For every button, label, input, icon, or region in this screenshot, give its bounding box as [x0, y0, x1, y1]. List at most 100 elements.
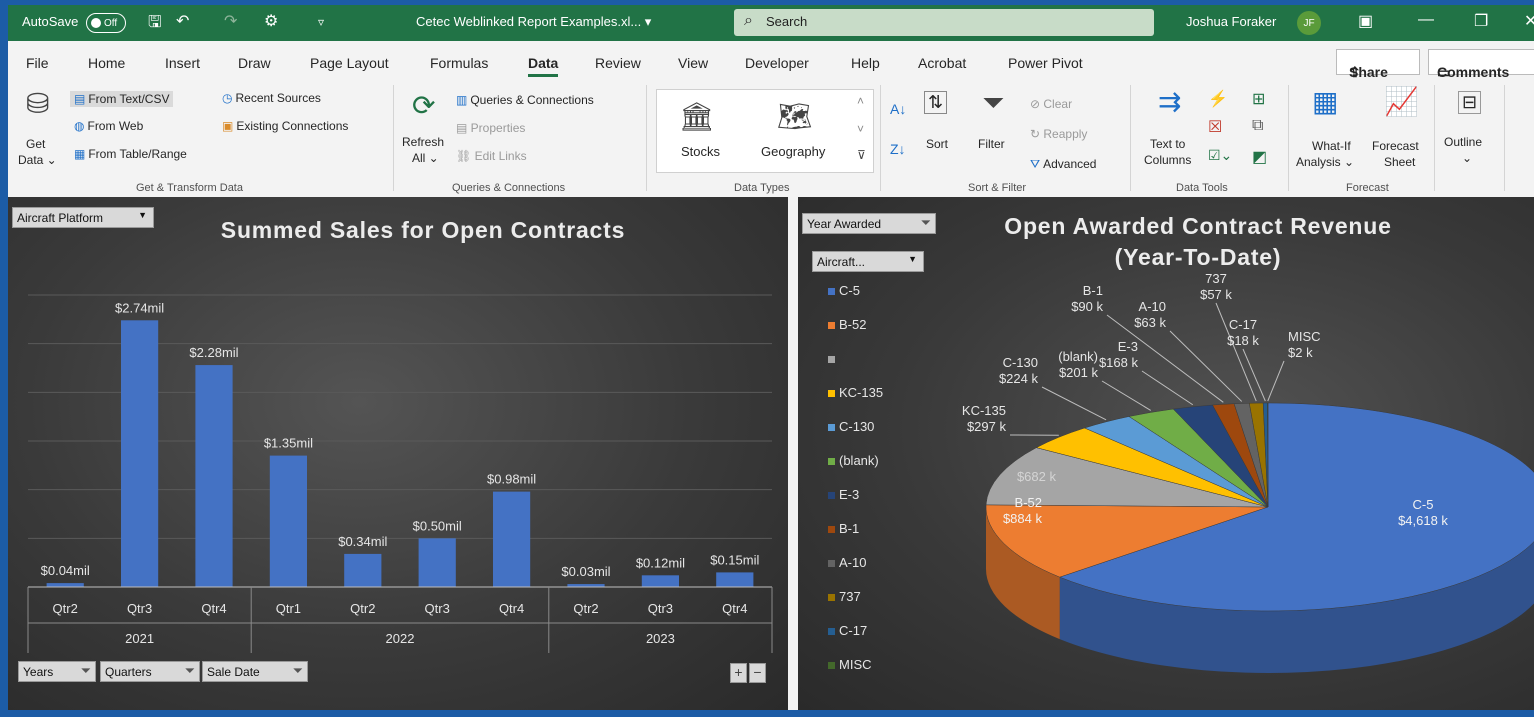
refresh-icon: ⟳	[412, 90, 436, 121]
outline-caret[interactable]: ⌄	[1462, 151, 1472, 165]
scroll-up-icon[interactable]: ˄	[857, 94, 864, 108]
scroll-down-icon[interactable]: ˅	[857, 122, 864, 136]
tick-label: Qtr3	[425, 601, 450, 616]
comments-button[interactable]: ▭ Comments	[1428, 49, 1534, 80]
bar[interactable]	[46, 583, 84, 587]
tick-label: Qtr2	[573, 601, 598, 616]
tab-draw[interactable]: Draw	[238, 55, 271, 71]
queries-connections-button[interactable]: ▥ Queries & Connections	[456, 93, 594, 107]
data-label: $2.28mil	[189, 345, 238, 360]
sale-date-slicer[interactable]: Sale Date ⏷	[202, 661, 308, 682]
tab-power-pivot[interactable]: Power Pivot	[1008, 55, 1083, 71]
tab-formulas[interactable]: Formulas	[430, 55, 488, 71]
filter-button[interactable]: Filter	[978, 137, 1005, 151]
minimize-icon[interactable]: —	[1418, 11, 1434, 29]
search-box[interactable]: ⌕ Search	[734, 9, 1154, 36]
restore-icon[interactable]: ❐	[1474, 11, 1488, 31]
clear-button[interactable]: ⊘ Clear	[1030, 97, 1072, 111]
bar[interactable]	[641, 575, 679, 587]
tab-home[interactable]: Home	[88, 55, 125, 71]
quick-access-icon[interactable]: ⚙	[264, 11, 278, 31]
avatar[interactable]: JF	[1297, 11, 1321, 35]
customize-toolbar-icon[interactable]: ▿	[318, 15, 324, 29]
consolidate-icon[interactable]: ⊞	[1252, 89, 1265, 109]
slice-value-label: $224 k	[999, 371, 1039, 386]
bar[interactable]	[418, 538, 456, 587]
slice-value-label: $682 k	[1017, 469, 1057, 484]
divider	[1434, 85, 1435, 191]
sort-button[interactable]: Sort	[926, 137, 948, 151]
tick-label: Qtr4	[201, 601, 226, 616]
document-title[interactable]: Cetec Weblinked Report Examples.xl... ▾	[416, 14, 651, 30]
stocks-button[interactable]: Stocks	[681, 144, 720, 159]
autosave-toggle[interactable]: Off	[86, 13, 126, 33]
properties-button[interactable]: ▤ Properties	[456, 121, 525, 135]
expand-button[interactable]: +	[730, 663, 747, 683]
slice-name-label: B-1	[1083, 283, 1103, 298]
data-types-gallery: 🏛 Stocks 🗺 Geography ˄ ˅ ⊽	[656, 89, 874, 173]
forecast-sheet-button[interactable]: Sheet	[1384, 155, 1415, 169]
outline-button[interactable]: Outline	[1444, 135, 1482, 149]
tab-data[interactable]: Data	[528, 55, 559, 77]
ribbon-display-icon[interactable]: ▣	[1358, 11, 1373, 31]
tab-file[interactable]: File	[26, 55, 49, 71]
sort-za-icon[interactable]: Z↓	[890, 141, 906, 157]
from-table-button[interactable]: ▦ From Table/Range	[74, 147, 187, 161]
tab-developer[interactable]: Developer	[745, 55, 809, 71]
remove-duplicates-icon[interactable]: ☒	[1208, 117, 1222, 137]
quarters-slicer[interactable]: Quarters ⏷	[100, 661, 200, 682]
undo-icon[interactable]: ↶	[176, 11, 189, 31]
bar[interactable]	[269, 455, 307, 587]
tick-label: Qtr4	[499, 601, 524, 616]
more-icon[interactable]: ⊽	[857, 148, 866, 162]
bar[interactable]	[195, 365, 233, 587]
text-to-label[interactable]: Text to	[1150, 137, 1185, 151]
relationships-icon[interactable]: ⧉	[1252, 117, 1263, 135]
get-data-button[interactable]: Data ⌄	[18, 153, 57, 167]
advanced-button[interactable]: ⛛ Advanced	[1030, 157, 1096, 172]
reapply-button[interactable]: ↻ Reapply	[1030, 127, 1087, 141]
tab-review[interactable]: Review	[595, 55, 641, 71]
existing-connections-button[interactable]: ▣ Existing Connections	[222, 119, 348, 133]
bar[interactable]	[716, 572, 754, 587]
tab-insert[interactable]: Insert	[165, 55, 200, 71]
group-data-tools: Data Tools	[1176, 182, 1228, 194]
sort-dialog-icon: ⇅	[924, 91, 948, 114]
text-to-columns-button[interactable]: Columns	[1144, 153, 1191, 167]
slice-value-label: $201 k	[1059, 365, 1099, 380]
flash-fill-icon[interactable]: ⚡	[1208, 89, 1228, 109]
what-if-label[interactable]: What-If	[1312, 139, 1351, 153]
slice-name-label: C-130	[1003, 355, 1038, 370]
recent-sources-button[interactable]: ◷ Recent Sources	[222, 91, 321, 105]
edit-links-button[interactable]: ⛓ Edit Links	[456, 149, 527, 163]
from-web-button[interactable]: ◍ From Web	[74, 119, 143, 133]
what-if-analysis-button[interactable]: Analysis ⌄	[1296, 155, 1354, 169]
tab-acrobat[interactable]: Acrobat	[918, 55, 966, 71]
data-validation-icon[interactable]: ☑⌄	[1208, 147, 1232, 164]
close-icon[interactable]: ✕	[1524, 11, 1534, 31]
redo-icon[interactable]: ↷	[224, 11, 237, 31]
share-button[interactable]: ⇪ Share	[1336, 49, 1420, 80]
bar[interactable]	[121, 320, 159, 587]
search-placeholder: Search	[766, 14, 808, 29]
get-data-label[interactable]: Get	[26, 137, 45, 151]
bar[interactable]	[344, 553, 382, 587]
slice-name-label: KC-135	[962, 403, 1006, 418]
user-name[interactable]: Joshua Foraker	[1186, 14, 1276, 29]
refresh-all-button[interactable]: All ⌄	[412, 151, 439, 165]
from-text-csv-button[interactable]: ▤ From Text/CSV	[70, 91, 174, 107]
years-slicer[interactable]: Years ⏷	[18, 661, 96, 682]
collapse-button[interactable]: −	[749, 663, 766, 683]
bar[interactable]	[493, 491, 531, 587]
data-model-icon[interactable]: ◩	[1252, 147, 1267, 167]
save-icon[interactable]: 🖫	[148, 11, 162, 38]
refresh-label[interactable]: Refresh	[402, 135, 444, 149]
forecast-label[interactable]: Forecast	[1372, 139, 1419, 153]
sort-az-icon[interactable]: A↓	[890, 101, 906, 117]
slice-value-label: $168 k	[1099, 355, 1139, 370]
connection-icon: ▣	[222, 119, 234, 133]
tab-page-layout[interactable]: Page Layout	[310, 55, 389, 71]
geography-button[interactable]: Geography	[761, 144, 825, 159]
tab-help[interactable]: Help	[851, 55, 880, 71]
tab-view[interactable]: View	[678, 55, 708, 71]
